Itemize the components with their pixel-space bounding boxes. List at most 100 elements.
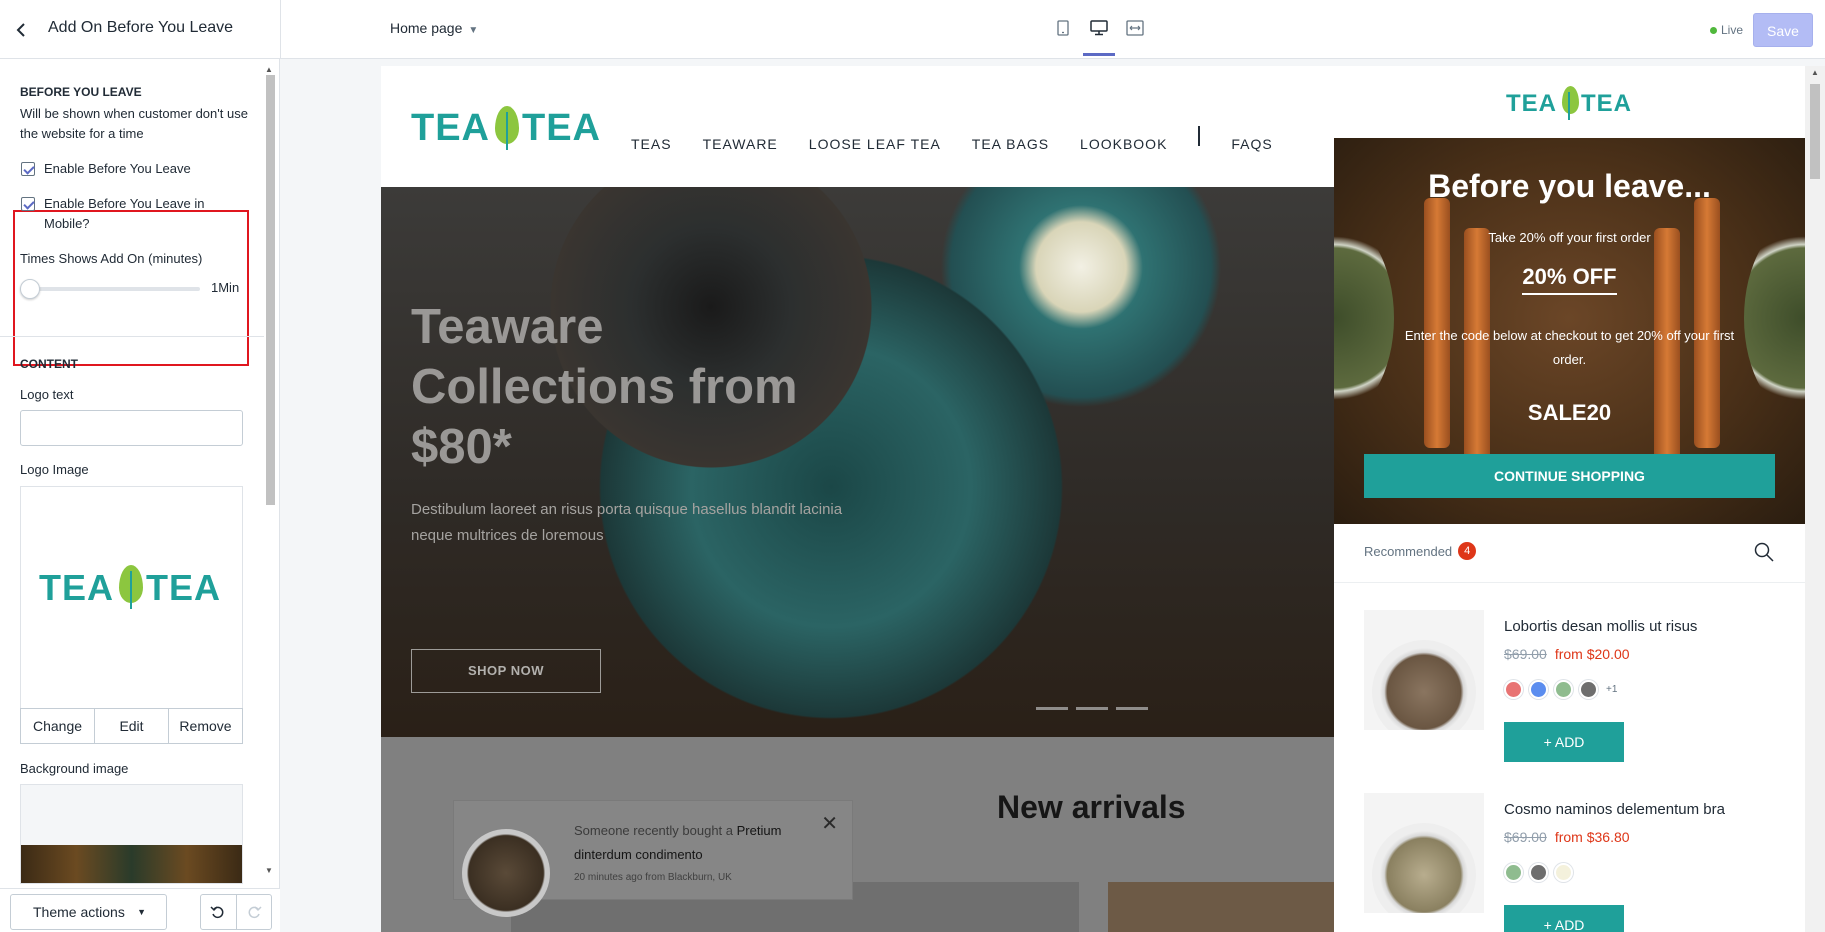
plus-icon: + (1543, 917, 1555, 932)
settings-scrollbar[interactable]: ▲ ▼ (264, 65, 276, 875)
logo-text-left: TEA (1506, 90, 1557, 117)
store-logo[interactable]: TEA TEA (411, 106, 601, 150)
new-arrivals-section: New arrivals Someone recently bought a P… (381, 737, 1334, 932)
swatch-green[interactable] (1504, 863, 1523, 882)
scroll-down-icon[interactable]: ▼ (265, 866, 273, 875)
popup-banner: Before you leave... Take 20% off your fi… (1334, 138, 1805, 524)
product-price: $69.00 from $20.00 (1504, 646, 1630, 662)
undo-button[interactable] (201, 895, 237, 929)
menu-item-teaware[interactable]: TEAWARE (703, 136, 778, 152)
more-swatches[interactable]: +1 (1606, 684, 1617, 695)
enable-before-you-leave-label: Enable Before You Leave (44, 161, 191, 176)
swatch-cream[interactable] (1554, 863, 1573, 882)
menu-item-teas[interactable]: TEAS (631, 136, 672, 152)
logo-image-preview[interactable]: TEA TEA (20, 486, 243, 708)
mobile-icon (1057, 20, 1069, 36)
enable-mobile-label: Enable Before You Leave in Mobile? (44, 196, 205, 231)
times-slider-handle[interactable] (20, 279, 40, 299)
panel-footer: Theme actions ▼ (0, 888, 280, 932)
scrollbar-thumb[interactable] (1810, 84, 1820, 179)
edit-image-button[interactable]: Edit (95, 709, 169, 743)
add-label: ADD (1554, 734, 1585, 750)
swatch-red[interactable] (1504, 680, 1523, 699)
tea-bowl-decoration (1744, 218, 1805, 418)
preview-scrollbar[interactable]: ▲ (1805, 66, 1825, 932)
change-image-button[interactable]: Change (21, 709, 95, 743)
logo-text-input[interactable] (20, 410, 243, 446)
section-title-content: CONTENT (20, 357, 78, 371)
popup-subtitle: Take 20% off your first order (1488, 230, 1651, 245)
page-selector-label: Home page (390, 20, 463, 36)
shop-now-button[interactable]: SHOP NOW (411, 649, 601, 693)
recommended-header: Recommended 4 (1364, 542, 1477, 560)
hero-slideshow: Teaware Collections from $80* Destibulum… (381, 187, 1334, 737)
notification-meta: 20 minutes ago from Blackburn, UK (574, 872, 732, 883)
chevron-down-icon: ▼ (468, 25, 479, 36)
remove-image-button[interactable]: Remove (169, 709, 242, 743)
hero-subtitle: Destibulum laoreet an risus porta quisqu… (411, 501, 843, 544)
popup-title: Before you leave... (1428, 168, 1711, 204)
slide-dot[interactable] (1036, 707, 1068, 710)
leaf-icon (492, 106, 520, 150)
swatch-gray[interactable] (1579, 680, 1598, 699)
menu-divider (1198, 126, 1201, 146)
store-header: TEA TEA TEAS TEAWARE LOOSE LEAF TEA TEA B… (381, 66, 1334, 187)
product-image[interactable] (1364, 793, 1484, 913)
color-swatches (1504, 863, 1573, 882)
save-button[interactable]: Save (1753, 13, 1813, 47)
times-label: Times Shows Add On (minutes) (20, 251, 203, 266)
theme-actions-button[interactable]: Theme actions ▼ (10, 894, 167, 930)
slide-indicators (1036, 707, 1148, 710)
times-value: 1Min (211, 280, 240, 295)
times-slider-track[interactable] (20, 287, 200, 291)
desktop-icon (1090, 20, 1108, 36)
page-selector[interactable]: Home page ▼ (390, 20, 478, 36)
slide-dot[interactable] (1076, 707, 1108, 710)
add-to-cart-button[interactable]: + ADD (1504, 722, 1624, 762)
search-icon[interactable] (1754, 542, 1774, 562)
swatch-gray[interactable] (1529, 863, 1548, 882)
scrollbar-thumb[interactable] (266, 75, 275, 505)
logo-text-left: TEA (39, 567, 114, 608)
menu-item-loose-leaf-tea[interactable]: LOOSE LEAF TEA (809, 136, 941, 152)
menu-item-faqs[interactable]: FAQS (1231, 136, 1272, 152)
product-card-image[interactable] (1108, 882, 1334, 932)
background-image-preview[interactable] (20, 784, 243, 884)
sale-price: from $20.00 (1554, 646, 1630, 662)
swatch-blue[interactable] (1529, 680, 1548, 699)
back-arrow-icon[interactable] (14, 20, 30, 40)
continue-shopping-button[interactable]: CONTINUE SHOPPING (1364, 454, 1775, 498)
product-name[interactable]: Lobortis desan mollis ut risus (1504, 618, 1697, 635)
device-switcher (1050, 14, 1148, 56)
divider (280, 0, 281, 59)
close-icon[interactable]: ✕ (821, 811, 838, 836)
settings-panel: BEFORE YOU LEAVE Will be shown when cust… (0, 59, 280, 932)
hero-title: Teaware Collections from $80* (411, 300, 798, 474)
menu-item-tea-bags[interactable]: TEA BAGS (972, 136, 1049, 152)
mobile-view-button[interactable] (1050, 14, 1076, 42)
product-name[interactable]: Cosmo naminos delementum bra (1504, 801, 1725, 818)
scroll-up-icon[interactable]: ▲ (1811, 68, 1819, 77)
desktop-view-button[interactable] (1083, 14, 1115, 56)
fullscreen-view-button[interactable] (1122, 14, 1148, 42)
menu-item-lookbook[interactable]: LOOKBOOK (1080, 136, 1167, 152)
page-title: Add On Before You Leave (48, 19, 234, 36)
section-title-before-you-leave: BEFORE YOU LEAVE (20, 85, 142, 99)
scroll-up-icon[interactable]: ▲ (265, 65, 273, 74)
add-label: ADD (1554, 917, 1585, 932)
enable-mobile-checkbox[interactable] (21, 197, 35, 211)
product-image[interactable] (1364, 610, 1484, 730)
swatch-green[interactable] (1554, 680, 1573, 699)
slide-dot[interactable] (1116, 707, 1148, 710)
editor-topbar: Add On Before You Leave Home page ▼ Live … (0, 0, 1825, 59)
main-menu: TEAS TEAWARE LOOSE LEAF TEA TEA BAGS LOO… (631, 126, 1273, 152)
live-status: Live (1710, 23, 1743, 37)
caret-down-icon: ▼ (137, 907, 146, 917)
new-arrivals-title: New arrivals (997, 789, 1186, 825)
leaf-icon (1559, 86, 1579, 120)
enable-before-you-leave-checkbox[interactable] (21, 162, 35, 176)
add-to-cart-button[interactable]: + ADD (1504, 905, 1624, 932)
popup-code: SALE20 (1527, 400, 1612, 425)
old-price: $69.00 (1504, 829, 1547, 845)
redo-button[interactable] (237, 895, 272, 929)
